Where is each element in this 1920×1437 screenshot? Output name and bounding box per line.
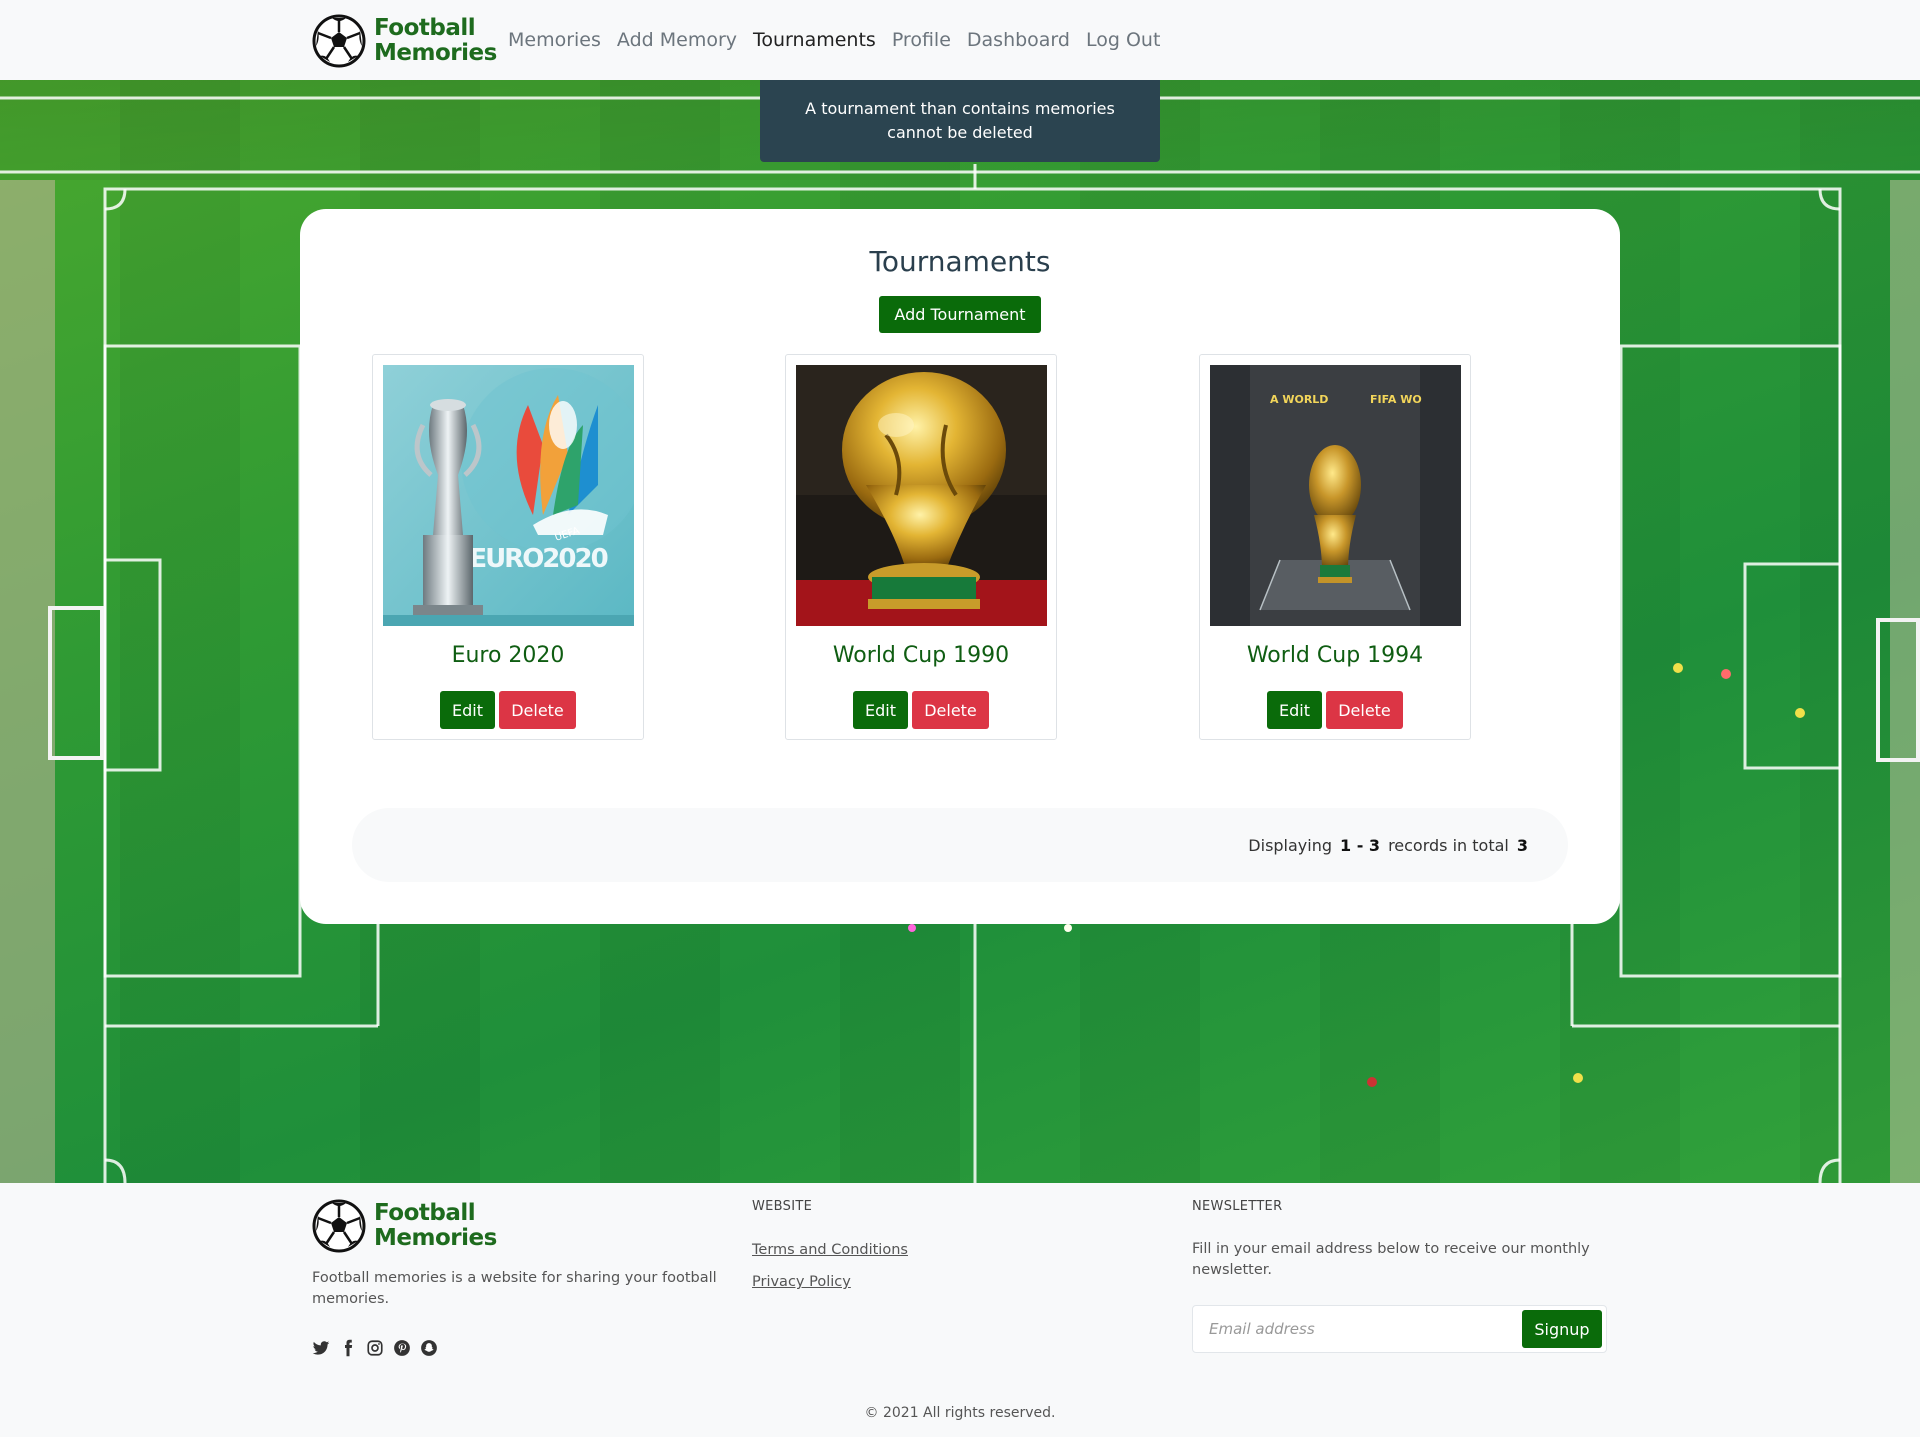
tournament-card: World Cup 1990 Edit Delete bbox=[785, 354, 1057, 740]
footer-brand-name: Football Memories bbox=[374, 1201, 497, 1251]
page-title: Tournaments bbox=[869, 245, 1051, 278]
footer-description: Football memories is a website for shari… bbox=[312, 1270, 717, 1307]
terms-link[interactable]: Terms and Conditions bbox=[752, 1242, 908, 1258]
pagination-middle: records in total bbox=[1388, 835, 1509, 855]
error-alert: A tournament than contains memories cann… bbox=[760, 80, 1160, 162]
brand-line1: Football bbox=[374, 15, 476, 41]
nav-dashboard[interactable]: Dashboard bbox=[967, 29, 1070, 51]
email-input[interactable] bbox=[1193, 1306, 1513, 1352]
tournament-card: UEFA EURO2020 Euro 2020 Edit Delete bbox=[372, 354, 644, 740]
facebook-icon[interactable] bbox=[339, 1339, 357, 1357]
snapchat-icon[interactable] bbox=[420, 1339, 438, 1357]
footer-brand-line1: Football bbox=[374, 1200, 476, 1226]
website-heading: WEBSITE bbox=[752, 1199, 813, 1214]
newsletter-heading: NEWSLETTER bbox=[1192, 1199, 1283, 1214]
edit-button[interactable]: Edit bbox=[853, 691, 908, 729]
add-tournament-button[interactable]: Add Tournament bbox=[879, 296, 1041, 333]
tournament-card: A WORLD FIFA WO World Cup 1994 Edit Dele… bbox=[1199, 354, 1471, 740]
tournament-name: Euro 2020 bbox=[451, 643, 565, 668]
euro-image-text: EURO2020 bbox=[469, 544, 607, 574]
tournament-name: World Cup 1990 bbox=[832, 643, 1010, 668]
tournament-name: World Cup 1994 bbox=[1246, 643, 1424, 668]
nav-profile[interactable]: Profile bbox=[892, 29, 951, 51]
delete-button[interactable]: Delete bbox=[499, 691, 576, 729]
pagination-bar: Displaying 1 - 3 records in total 3 bbox=[352, 808, 1568, 882]
tournament-actions: Edit Delete bbox=[1200, 691, 1470, 729]
nav-log-out[interactable]: Log Out bbox=[1086, 29, 1160, 51]
copyright: © 2021 All rights reserved. bbox=[864, 1405, 1056, 1421]
pinterest-icon[interactable] bbox=[393, 1339, 411, 1357]
football-icon bbox=[312, 14, 366, 68]
privacy-link[interactable]: Privacy Policy bbox=[752, 1274, 851, 1290]
brand-logo-link[interactable]: Football Memories bbox=[312, 14, 497, 68]
pagination-total: 3 bbox=[1516, 835, 1528, 855]
newsletter-text: Fill in your email address below to rece… bbox=[1192, 1241, 1590, 1278]
footer-brand-line2: Memories bbox=[374, 1225, 497, 1251]
newsletter-form: Signup bbox=[1192, 1305, 1607, 1353]
edit-button[interactable]: Edit bbox=[1267, 691, 1322, 729]
brand-line2: Memories bbox=[374, 40, 497, 66]
footer-brand-link[interactable]: Football Memories bbox=[312, 1199, 497, 1253]
brand-name: Football Memories bbox=[374, 16, 497, 66]
nav-tournaments[interactable]: Tournaments bbox=[753, 29, 876, 51]
delete-button[interactable]: Delete bbox=[1326, 691, 1403, 729]
social-links bbox=[312, 1339, 447, 1357]
nav-memories[interactable]: Memories bbox=[508, 29, 601, 51]
footer: Football Memories Football memories is a… bbox=[0, 1183, 1920, 1437]
signup-button[interactable]: Signup bbox=[1522, 1310, 1602, 1348]
nav-links: Memories Add Memory Tournaments Profile … bbox=[508, 0, 1176, 80]
wc94-image-text: FIFA WO bbox=[1370, 393, 1422, 406]
pagination-summary: Displaying 1 - 3 records in total 3 bbox=[1248, 808, 1536, 882]
instagram-icon[interactable] bbox=[366, 1339, 384, 1357]
alert-line1: A tournament than contains memories bbox=[805, 99, 1115, 118]
navbar: Football Memories Memories Add Memory To… bbox=[0, 0, 1920, 80]
nav-add-memory[interactable]: Add Memory bbox=[617, 29, 737, 51]
pagination-prefix: Displaying bbox=[1248, 835, 1333, 855]
tournament-image: UEFA EURO2020 bbox=[383, 365, 634, 626]
tournament-actions: Edit Delete bbox=[373, 691, 643, 729]
delete-button[interactable]: Delete bbox=[912, 691, 989, 729]
edit-button[interactable]: Edit bbox=[440, 691, 495, 729]
alert-line2: cannot be deleted bbox=[887, 123, 1033, 142]
tournament-image: A WORLD FIFA WO bbox=[1210, 365, 1461, 626]
tournament-image bbox=[796, 365, 1047, 626]
football-icon bbox=[312, 1199, 366, 1253]
tournaments-panel: Tournaments Add Tournament UEFA EURO2020… bbox=[300, 209, 1620, 924]
pagination-range: 1 - 3 bbox=[1340, 835, 1381, 855]
wc94-image-subtext: A WORLD bbox=[1270, 393, 1328, 406]
twitter-icon[interactable] bbox=[312, 1339, 330, 1357]
tournament-actions: Edit Delete bbox=[786, 691, 1056, 729]
